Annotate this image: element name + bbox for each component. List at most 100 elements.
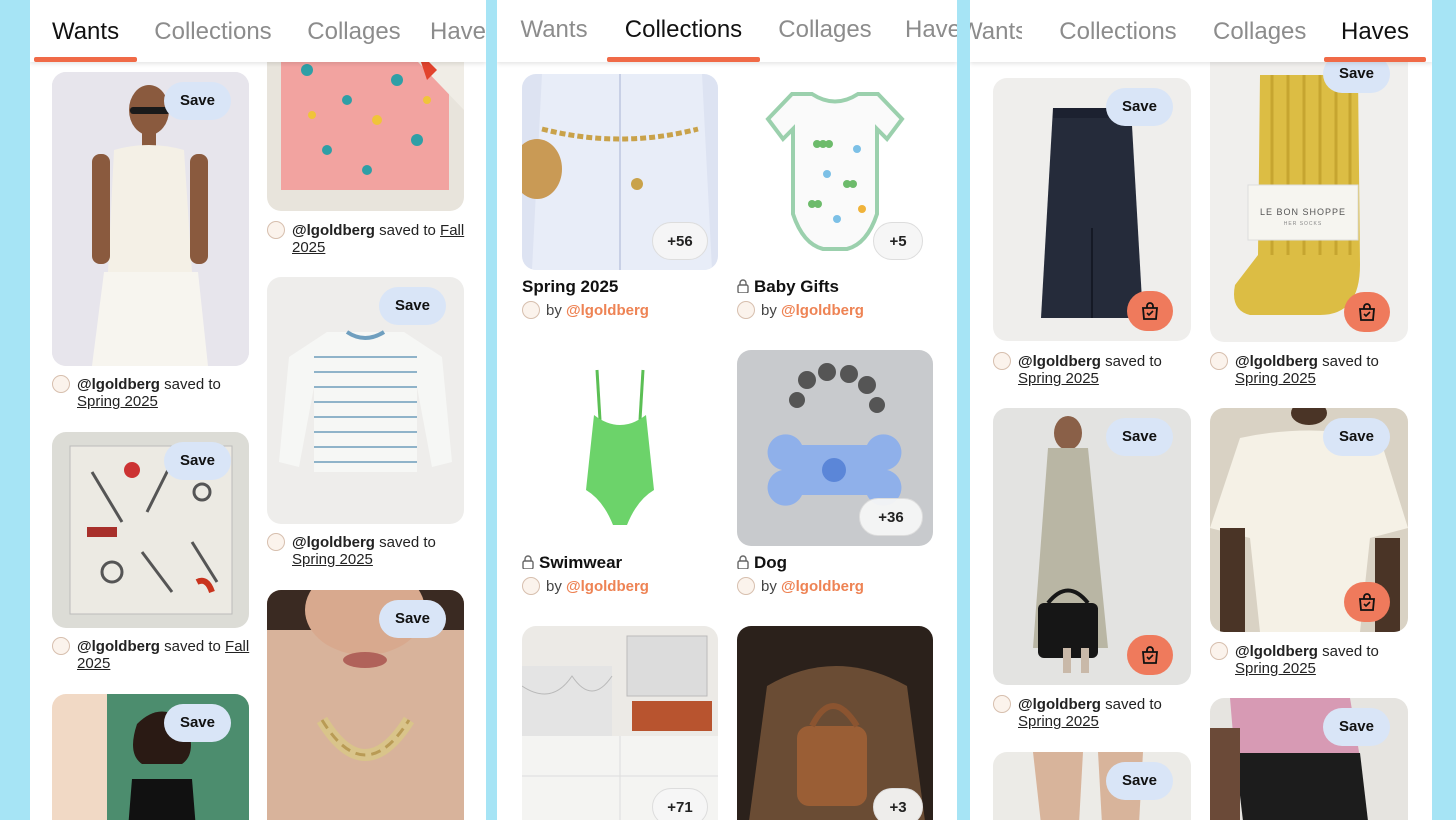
tab-wants[interactable]: Wants: [34, 0, 137, 62]
product-card[interactable]: Save: [1210, 698, 1408, 820]
tab-collages[interactable]: Collages: [1213, 0, 1306, 60]
username-link[interactable]: @lgoldberg: [1235, 643, 1318, 660]
avatar[interactable]: [52, 375, 70, 393]
haves-screen: Wants Collections Collages Haves Save @l…: [970, 0, 1432, 820]
tab-wants[interactable]: Wants: [970, 0, 1022, 60]
collection-title[interactable]: Spring 2025: [522, 277, 618, 297]
tab-bar: Wants Collections Collages Haves: [970, 0, 1432, 62]
tab-haves[interactable]: Haves: [1324, 0, 1426, 62]
username-link[interactable]: @lgoldberg: [781, 578, 864, 595]
shopping-bag-icon[interactable]: [1344, 582, 1390, 622]
save-button[interactable]: Save: [378, 600, 446, 638]
save-button[interactable]: Save: [1322, 708, 1390, 746]
username-link[interactable]: @lgoldberg: [292, 534, 375, 551]
save-button[interactable]: Save: [163, 442, 231, 480]
product-card[interactable]: Save: [993, 752, 1191, 820]
username-link[interactable]: @lgoldberg: [77, 638, 160, 655]
collection-card[interactable]: +36: [737, 350, 933, 546]
save-button[interactable]: Save: [163, 82, 231, 120]
product-card[interactable]: Save: [267, 277, 464, 524]
avatar[interactable]: [267, 533, 285, 551]
tab-haves[interactable]: Haves: [905, 0, 957, 60]
product-card[interactable]: Save: [52, 432, 249, 628]
tab-wants[interactable]: Wants: [519, 0, 589, 60]
username-link[interactable]: @lgoldberg: [1235, 353, 1318, 370]
avatar[interactable]: [522, 577, 540, 595]
product-card[interactable]: Save: [1210, 408, 1408, 632]
product-card[interactable]: Save: [52, 694, 249, 820]
collection-byline: by @lgoldberg: [737, 301, 864, 319]
pin-count-badge: +5: [873, 222, 923, 260]
username-link[interactable]: @lgoldberg: [77, 376, 160, 393]
username-link[interactable]: @lgoldberg: [1018, 353, 1101, 370]
avatar[interactable]: [737, 301, 755, 319]
board-link[interactable]: Spring 2025: [292, 551, 373, 568]
wants-screen: Wants Collections Collages Haves Save @l…: [30, 0, 486, 820]
collection-card[interactable]: [522, 350, 718, 546]
username-link[interactable]: @lgoldberg: [1018, 696, 1101, 713]
pin-count-badge: +36: [859, 498, 923, 536]
username-link[interactable]: @lgoldberg: [566, 578, 649, 595]
avatar[interactable]: [522, 301, 540, 319]
lock-icon: [522, 554, 534, 574]
pin-count-badge: +71: [652, 788, 708, 820]
collections-screen: Wants Collections Collages Haves +56 Spr…: [497, 0, 957, 820]
tab-collections[interactable]: Collections: [607, 0, 760, 62]
avatar[interactable]: [1210, 352, 1228, 370]
username-link[interactable]: @lgoldberg: [566, 302, 649, 319]
username-link[interactable]: @lgoldberg: [292, 222, 375, 239]
collection-title[interactable]: Dog: [737, 553, 787, 574]
product-card[interactable]: LE BON SHOPPE HER SOCKS Save: [1210, 55, 1408, 342]
username-link[interactable]: @lgoldberg: [781, 302, 864, 319]
product-card[interactable]: [267, 40, 464, 211]
avatar[interactable]: [1210, 642, 1228, 660]
save-button[interactable]: Save: [1322, 418, 1390, 456]
shopping-bag-icon[interactable]: [1127, 291, 1173, 331]
collection-card[interactable]: +5: [737, 74, 933, 270]
save-button[interactable]: Save: [1105, 418, 1173, 456]
shopping-bag-icon[interactable]: [1344, 292, 1390, 332]
collection-card[interactable]: +3: [737, 626, 933, 820]
avatar[interactable]: [993, 352, 1011, 370]
tab-bar: Wants Collections Collages Haves: [497, 0, 957, 62]
board-link[interactable]: Spring 2025: [1235, 370, 1316, 387]
save-button[interactable]: Save: [1105, 762, 1173, 800]
collection-title[interactable]: Swimwear: [522, 553, 622, 574]
avatar[interactable]: [737, 577, 755, 595]
product-card[interactable]: Save: [267, 590, 464, 820]
shopping-bag-icon[interactable]: [1127, 635, 1173, 675]
avatar[interactable]: [267, 221, 285, 239]
green-swimsuit-image: [522, 350, 718, 546]
collection-card[interactable]: +71: [522, 626, 718, 820]
save-button[interactable]: Save: [378, 287, 446, 325]
collection-byline: by @lgoldberg: [522, 577, 649, 595]
avatar[interactable]: [993, 695, 1011, 713]
pink-bone-print-scarf-image: [267, 40, 464, 211]
board-link[interactable]: Spring 2025: [1018, 370, 1099, 387]
board-link[interactable]: Spring 2025: [77, 393, 158, 410]
tab-bar: Wants Collections Collages Haves: [30, 0, 486, 62]
tab-collections[interactable]: Collections: [1058, 0, 1178, 60]
save-button[interactable]: Save: [163, 704, 231, 742]
tab-collections[interactable]: Collections: [148, 0, 278, 60]
sock-brand-label: LE BON SHOPPE: [1259, 207, 1347, 217]
sock-sub-label: HER SOCKS: [1283, 221, 1323, 227]
board-link[interactable]: Spring 2025: [1018, 713, 1099, 730]
tab-haves[interactable]: Haves: [430, 0, 486, 60]
product-card[interactable]: Save: [993, 408, 1191, 685]
pin-count-badge: +3: [873, 788, 923, 820]
save-button[interactable]: Save: [1105, 88, 1173, 126]
collection-title[interactable]: Baby Gifts: [737, 277, 839, 298]
collection-card[interactable]: +56: [522, 74, 718, 270]
tab-collages[interactable]: Collages: [775, 0, 875, 60]
product-card[interactable]: Save: [993, 78, 1191, 341]
board-link[interactable]: Spring 2025: [1235, 660, 1316, 677]
product-card[interactable]: Save: [52, 72, 249, 366]
avatar[interactable]: [52, 637, 70, 655]
collection-byline: by @lgoldberg: [522, 301, 649, 319]
pin-count-badge: +56: [652, 222, 708, 260]
tab-collages[interactable]: Collages: [300, 0, 408, 60]
collection-byline: by @lgoldberg: [737, 577, 864, 595]
lock-icon: [737, 278, 749, 298]
lock-icon: [737, 554, 749, 574]
